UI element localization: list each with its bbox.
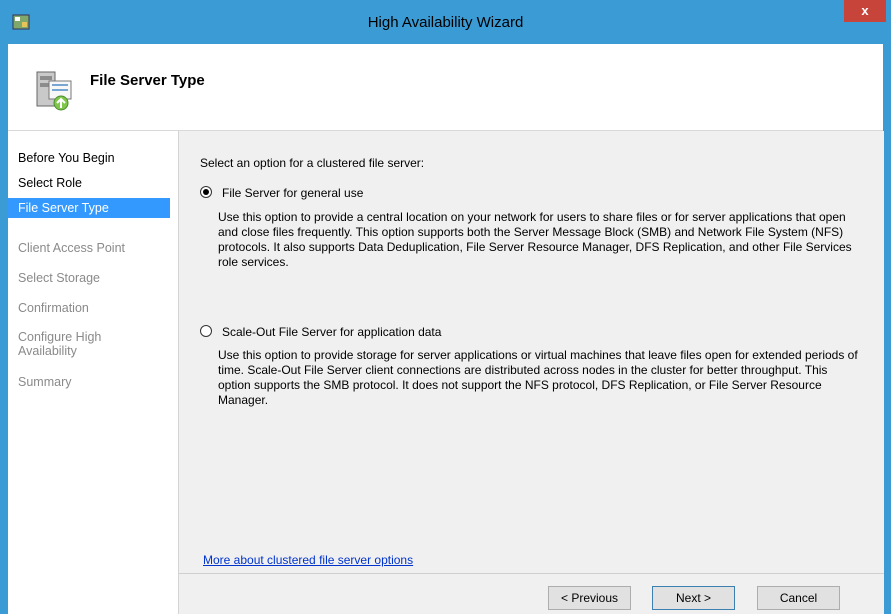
- step-file-server-type[interactable]: File Server Type: [8, 198, 170, 218]
- step-select-storage: Select Storage: [18, 271, 100, 285]
- window-left-border: [0, 44, 8, 614]
- scale-out-radio[interactable]: [200, 325, 212, 337]
- cancel-button[interactable]: Cancel: [757, 586, 840, 610]
- step-select-role[interactable]: Select Role: [18, 176, 82, 190]
- step-configure-high-availability: Configure High Availability: [18, 330, 102, 358]
- title-bar[interactable]: High Availability Wizard x: [0, 0, 891, 44]
- file-server-icon: [36, 71, 72, 111]
- footer-divider: [179, 573, 884, 574]
- step-summary: Summary: [18, 375, 72, 389]
- step-confirmation: Confirmation: [18, 301, 89, 315]
- window-right-border: [883, 44, 891, 614]
- wizard-steps: Before You Begin Select Role File Server…: [8, 131, 178, 614]
- general-use-label[interactable]: File Server for general use: [222, 186, 363, 200]
- scale-out-label[interactable]: Scale-Out File Server for application da…: [222, 325, 441, 339]
- more-info-link[interactable]: More about clustered file server options: [203, 553, 413, 567]
- previous-button[interactable]: < Previous: [548, 586, 631, 610]
- window-title: High Availability Wizard: [367, 14, 524, 31]
- wizard-window: High Availability Wizard x File Server T…: [0, 0, 891, 614]
- option-prompt: Select an option for a clustered file se…: [200, 156, 425, 170]
- step-before-you-begin[interactable]: Before You Begin: [18, 151, 115, 165]
- page-title: File Server Type: [90, 72, 205, 89]
- scale-out-description: Use this option to provide storage for s…: [218, 348, 858, 407]
- wizard-content: Select an option for a clustered file se…: [178, 131, 884, 614]
- step-client-access-point: Client Access Point: [18, 241, 125, 255]
- wizard-client-area: File Server Type Before You Begin Select…: [8, 44, 884, 614]
- next-button[interactable]: Next >: [652, 586, 735, 610]
- general-use-radio[interactable]: [200, 186, 212, 198]
- close-button[interactable]: x: [844, 0, 886, 22]
- general-use-description: Use this option to provide a central loc…: [218, 210, 852, 269]
- wizard-header: File Server Type: [8, 44, 883, 131]
